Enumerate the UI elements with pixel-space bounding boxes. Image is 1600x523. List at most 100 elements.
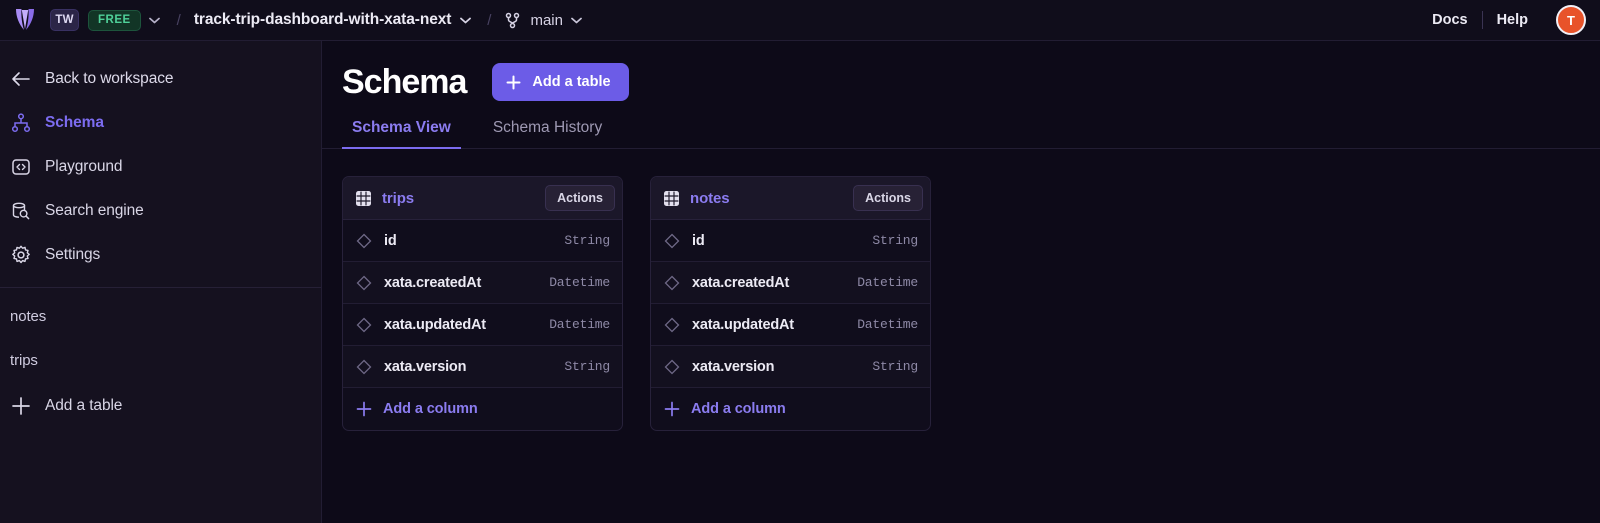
table-card-notes: notes Actions id String xata.createdAt D… [650, 176, 931, 431]
column-name: xata.updatedAt [384, 316, 486, 333]
column-type: Datetime [549, 317, 610, 332]
add-column-label: Add a column [383, 401, 478, 417]
column-type: String [872, 233, 918, 248]
column-name: xata.updatedAt [692, 316, 794, 333]
add-table-button[interactable]: Add a table [492, 63, 629, 101]
column-name: xata.createdAt [384, 274, 482, 291]
xata-butterfly-logo-icon[interactable] [10, 7, 40, 33]
table-card-title[interactable]: notes [690, 190, 843, 207]
database-search-icon [10, 200, 32, 222]
gear-icon [10, 244, 32, 266]
column-type: Datetime [857, 275, 918, 290]
breadcrumb-separator-1: / [176, 11, 181, 29]
sidebar-add-table-label: Add a table [45, 397, 123, 414]
plus-icon [663, 401, 680, 418]
sidebar-table-trips[interactable]: trips [0, 338, 321, 382]
workspace-badge[interactable]: TW [50, 9, 79, 31]
sidebar-item-search-engine-label: Search engine [45, 202, 144, 219]
column-diamond-icon [355, 232, 372, 249]
column-diamond-icon [663, 316, 680, 333]
table-cards-container: trips Actions id String xata.createdAt D… [322, 149, 1600, 431]
body: Back to workspace Schema Playground Sear… [0, 41, 1600, 523]
plan-badge: FREE [88, 9, 141, 31]
column-diamond-icon [355, 316, 372, 333]
add-column-button[interactable]: Add a column [651, 388, 930, 430]
topbar-right: Docs Help T [1418, 5, 1586, 35]
breadcrumb-separator-2: / [487, 11, 492, 29]
table-actions-button[interactable]: Actions [853, 185, 923, 211]
branch-chevron-down-icon[interactable] [568, 11, 586, 29]
page-title: Schema [342, 63, 467, 101]
sidebar-add-table-button[interactable]: Add a table [0, 382, 321, 430]
table-row[interactable]: id String [651, 220, 930, 262]
sidebar-item-schema[interactable]: Schema [0, 101, 321, 145]
add-column-label: Add a column [691, 401, 786, 417]
app-root: TW FREE / track-trip-dashboard-with-xata… [0, 0, 1600, 523]
tab-schema-view[interactable]: Schema View [342, 119, 461, 149]
top-bar: TW FREE / track-trip-dashboard-with-xata… [0, 0, 1600, 41]
sidebar-table-notes-label: notes [10, 307, 47, 325]
column-name: id [692, 232, 705, 249]
add-table-button-label: Add a table [532, 74, 611, 90]
avatar[interactable]: T [1556, 5, 1586, 35]
table-card-header: notes Actions [651, 177, 930, 220]
sidebar-item-playground-label: Playground [45, 158, 123, 175]
topbar-left: TW FREE / track-trip-dashboard-with-xata… [10, 7, 1418, 33]
arrow-left-icon [10, 68, 32, 90]
code-brackets-icon [10, 156, 32, 178]
table-row[interactable]: id String [343, 220, 622, 262]
table-row[interactable]: xata.version String [343, 346, 622, 388]
column-name: xata.version [692, 358, 775, 375]
table-row[interactable]: xata.createdAt Datetime [651, 262, 930, 304]
column-type: String [564, 359, 610, 374]
table-row[interactable]: xata.updatedAt Datetime [343, 304, 622, 346]
database-name-breadcrumb[interactable]: track-trip-dashboard-with-xata-next [194, 11, 452, 29]
column-diamond-icon [355, 358, 372, 375]
sidebar-table-trips-label: trips [10, 351, 38, 369]
table-row[interactable]: xata.createdAt Datetime [343, 262, 622, 304]
sidebar-table-notes[interactable]: notes [0, 294, 321, 338]
column-diamond-icon [355, 274, 372, 291]
column-name: xata.createdAt [692, 274, 790, 291]
main-content: Schema Add a table Schema View Schema Hi… [322, 41, 1600, 523]
sidebar-divider [0, 287, 321, 288]
column-diamond-icon [663, 232, 680, 249]
table-actions-button[interactable]: Actions [545, 185, 615, 211]
table-row[interactable]: xata.updatedAt Datetime [651, 304, 930, 346]
column-type: String [872, 359, 918, 374]
plus-icon [10, 395, 32, 417]
database-chevron-down-icon[interactable] [456, 11, 474, 29]
sidebar: Back to workspace Schema Playground Sear… [0, 41, 322, 523]
sidebar-item-playground[interactable]: Playground [0, 145, 321, 189]
column-type: Datetime [857, 317, 918, 332]
column-diamond-icon [663, 358, 680, 375]
table-grid-icon [662, 189, 680, 207]
git-branch-icon [504, 11, 523, 30]
column-type: Datetime [549, 275, 610, 290]
table-grid-icon [354, 189, 372, 207]
column-diamond-icon [663, 274, 680, 291]
sidebar-item-settings-label: Settings [45, 246, 101, 263]
tab-schema-history[interactable]: Schema History [483, 119, 612, 148]
plus-icon [355, 401, 372, 418]
table-card-header: trips Actions [343, 177, 622, 220]
plus-icon [505, 74, 521, 90]
branch-name[interactable]: main [530, 12, 563, 29]
schema-hierarchy-icon [10, 112, 32, 134]
table-row[interactable]: xata.version String [651, 346, 930, 388]
tab-bar: Schema View Schema History [322, 101, 1600, 149]
add-column-button[interactable]: Add a column [343, 388, 622, 430]
help-link[interactable]: Help [1483, 12, 1542, 28]
sidebar-item-schema-label: Schema [45, 114, 104, 131]
column-name: xata.version [384, 358, 467, 375]
table-card-title[interactable]: trips [382, 190, 535, 207]
sidebar-item-settings[interactable]: Settings [0, 233, 321, 277]
docs-link[interactable]: Docs [1418, 12, 1481, 28]
column-type: String [564, 233, 610, 248]
column-name: id [384, 232, 397, 249]
back-to-workspace-label: Back to workspace [45, 70, 174, 87]
workspace-chevron-down-icon[interactable] [146, 11, 164, 29]
table-card-trips: trips Actions id String xata.createdAt D… [342, 176, 623, 431]
sidebar-item-search-engine[interactable]: Search engine [0, 189, 321, 233]
back-to-workspace-button[interactable]: Back to workspace [0, 57, 321, 101]
